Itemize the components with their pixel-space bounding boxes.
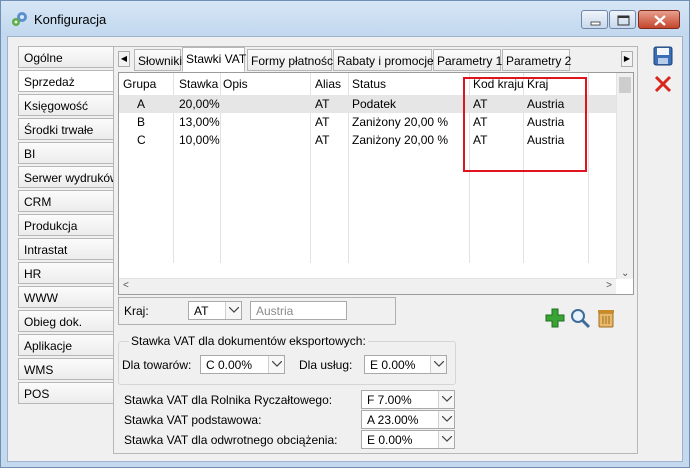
basic-vat-label: Stawka VAT podstawowa: bbox=[124, 413, 262, 427]
country-label: Kraj: bbox=[124, 304, 149, 318]
chevron-down-icon[interactable] bbox=[438, 411, 454, 428]
tab-parametry-2[interactable]: Parametry 2 bbox=[502, 49, 571, 71]
maximize-button[interactable] bbox=[609, 10, 636, 29]
cell-stawka: 10,00% bbox=[179, 133, 220, 147]
export-vat-title: Stawka VAT dla dokumentów eksportowych: bbox=[129, 334, 368, 348]
tab-formy-platnosci[interactable]: Formy płatności bbox=[247, 49, 336, 71]
header-alias[interactable]: Alias bbox=[315, 77, 341, 91]
scrollbar-thumb[interactable] bbox=[619, 77, 631, 93]
cell-status: Zaniżony 20,00 % bbox=[352, 115, 449, 129]
goods-vat-value: C 0.00% bbox=[206, 358, 253, 372]
nav-item-obieg-dok[interactable]: Obieg dok. bbox=[18, 310, 114, 332]
cell-status: Zaniżony 20,00 % bbox=[352, 133, 449, 147]
tab-stawki-vat[interactable]: Stawki VAT bbox=[182, 47, 246, 72]
vertical-scrollbar[interactable]: ⌄ bbox=[616, 73, 633, 279]
highlight-box bbox=[463, 77, 587, 172]
cell-grupa: C bbox=[137, 133, 146, 147]
chevron-down-icon[interactable] bbox=[438, 431, 454, 448]
minimize-icon bbox=[590, 21, 601, 26]
trash-icon[interactable] bbox=[595, 307, 617, 329]
country-code-combo[interactable]: AT bbox=[188, 301, 242, 320]
gear-icon bbox=[12, 12, 27, 26]
farmer-vat-combo[interactable]: F 7.00% bbox=[361, 390, 455, 409]
reverse-charge-vat-combo[interactable]: E 0.00% bbox=[361, 430, 455, 449]
save-icon[interactable] bbox=[652, 45, 674, 67]
close-icon bbox=[654, 15, 666, 26]
window-title: Konfiguracja bbox=[34, 12, 107, 27]
tab-scroll-left[interactable]: ◀ bbox=[118, 51, 130, 67]
nav-item-crm[interactable]: CRM bbox=[18, 190, 114, 212]
services-vat-combo[interactable]: E 0.00% bbox=[364, 355, 447, 374]
chevron-down-icon[interactable] bbox=[438, 391, 454, 408]
nav-item-aplikacje[interactable]: Aplikacje bbox=[18, 334, 114, 356]
nav-item-pos[interactable]: POS bbox=[18, 382, 114, 404]
chevron-right-icon[interactable]: > bbox=[606, 280, 612, 291]
header-status[interactable]: Status bbox=[352, 77, 386, 91]
cell-grupa: B bbox=[137, 115, 146, 129]
farmer-vat-label: Stawka VAT dla Rolnika Ryczałtowego: bbox=[124, 393, 333, 407]
nav-item-serwer-wydrukow[interactable]: Serwer wydruków bbox=[18, 166, 119, 188]
nav-item-www[interactable]: WWW bbox=[18, 286, 114, 308]
farmer-vat-value: F 7.00% bbox=[367, 393, 412, 407]
add-icon[interactable] bbox=[544, 307, 566, 329]
horizontal-scrollbar[interactable]: < > bbox=[119, 278, 616, 294]
reverse-charge-vat-label: Stawka VAT dla odwrotnego obciążenia: bbox=[124, 433, 338, 447]
nav-item-bi[interactable]: BI bbox=[18, 142, 114, 164]
tab-slowniki[interactable]: Słowniki bbox=[134, 49, 182, 71]
title-bar: Konfiguracja bbox=[1, 1, 689, 35]
services-label: Dla usług: bbox=[299, 358, 353, 372]
goods-vat-combo[interactable]: C 0.00% bbox=[200, 355, 285, 374]
cell-alias: AT bbox=[315, 133, 330, 147]
cancel-icon[interactable] bbox=[652, 73, 674, 95]
nav-item-srodki-trwale[interactable]: Środki trwałe bbox=[18, 118, 114, 140]
content-panel: ◀ Słowniki Stawki VAT Formy płatności Ra… bbox=[113, 46, 638, 454]
country-filter: Kraj: AT Austria bbox=[118, 297, 396, 325]
config-window: Konfiguracja Ogólne Sprzedaż Księgowość … bbox=[0, 0, 690, 468]
header-opis[interactable]: Opis bbox=[223, 77, 248, 91]
nav-item-wms[interactable]: WMS bbox=[18, 358, 114, 380]
header-grupa[interactable]: Grupa bbox=[123, 77, 156, 91]
tab-scroll-right[interactable]: ▶ bbox=[621, 51, 633, 67]
maximize-icon bbox=[617, 15, 630, 26]
basic-vat-value: A 23.00% bbox=[367, 413, 419, 427]
minimize-button[interactable] bbox=[581, 10, 608, 29]
nav-item-ogolne[interactable]: Ogólne bbox=[18, 46, 114, 68]
chevron-down-icon[interactable]: ⌄ bbox=[621, 268, 629, 279]
cell-alias: AT bbox=[315, 115, 330, 129]
tab-rabaty-promocje[interactable]: Rabaty i promocje bbox=[333, 49, 434, 71]
reverse-charge-vat-value: E 0.00% bbox=[367, 433, 413, 447]
chevron-left-icon[interactable]: < bbox=[123, 280, 129, 291]
basic-vat-combo[interactable]: A 23.00% bbox=[361, 410, 455, 429]
close-button[interactable] bbox=[638, 10, 680, 29]
cell-alias: AT bbox=[315, 97, 330, 111]
cell-status: Podatek bbox=[352, 97, 397, 111]
chevron-down-icon[interactable] bbox=[430, 356, 446, 373]
nav-item-produkcja[interactable]: Produkcja bbox=[18, 214, 114, 236]
client-area: Ogólne Sprzedaż Księgowość Środki trwałe… bbox=[7, 36, 683, 462]
cell-stawka: 20,00% bbox=[179, 97, 220, 111]
cell-grupa: A bbox=[137, 97, 146, 111]
search-icon[interactable] bbox=[569, 307, 591, 329]
chevron-down-icon[interactable] bbox=[268, 356, 284, 373]
cell-stawka: 13,00% bbox=[179, 115, 220, 129]
export-vat-group: Stawka VAT dla dokumentów eksportowych: … bbox=[118, 334, 456, 385]
nav-item-ksiegowosc[interactable]: Księgowość bbox=[18, 94, 114, 116]
nav-item-sprzedaz[interactable]: Sprzedaż bbox=[18, 70, 116, 92]
header-stawka[interactable]: Stawka bbox=[179, 77, 218, 91]
chevron-down-icon[interactable] bbox=[225, 302, 241, 319]
tab-parametry-1[interactable]: Parametry 1 bbox=[433, 49, 502, 71]
services-vat-value: E 0.00% bbox=[370, 358, 416, 372]
nav-item-hr[interactable]: HR bbox=[18, 262, 114, 284]
nav-item-intrastat[interactable]: Intrastat bbox=[18, 238, 114, 260]
country-code-value: AT bbox=[194, 304, 209, 318]
country-name-field: Austria bbox=[250, 301, 347, 320]
goods-label: Dla towarów: bbox=[122, 358, 192, 372]
